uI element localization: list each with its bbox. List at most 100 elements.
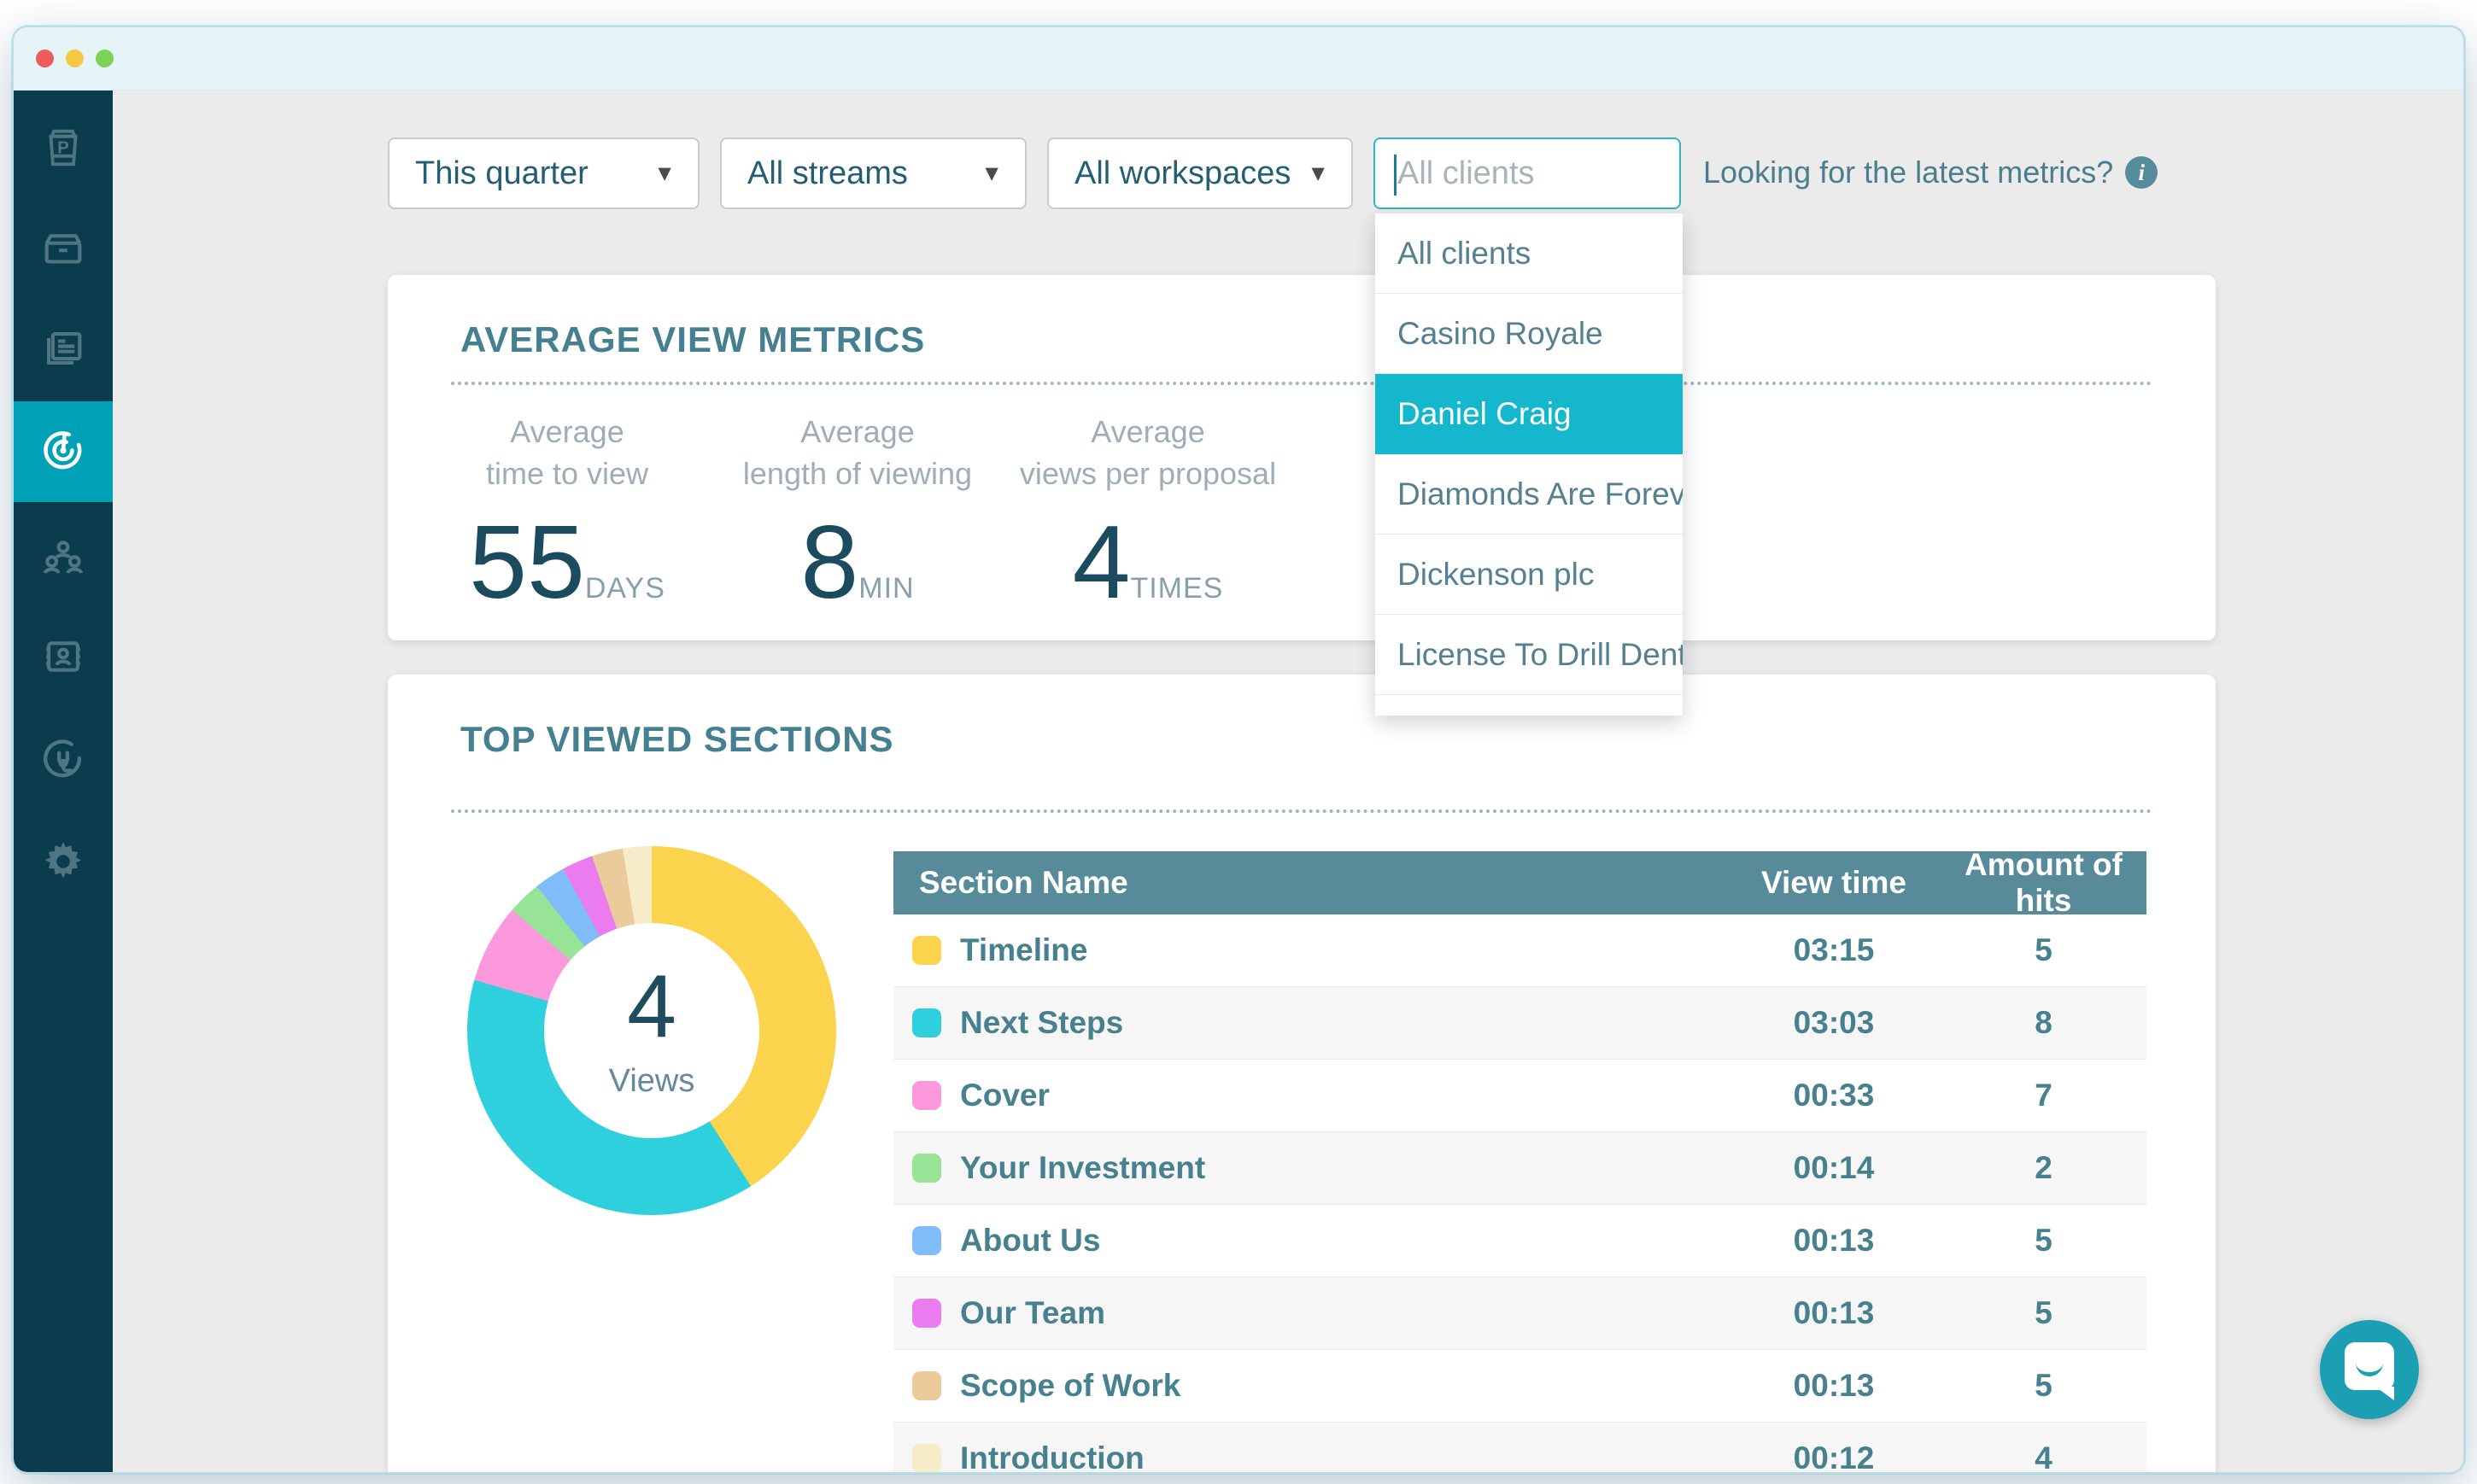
- table-row[interactable]: Introduction 00:12 4: [893, 1423, 2146, 1474]
- minimize-window-button[interactable]: [66, 50, 84, 67]
- series-color-chip: [912, 936, 941, 965]
- workspaces-value: All workspaces: [1075, 155, 1291, 192]
- menu-item-license-to-drill[interactable]: License To Drill Denti...: [1375, 615, 1683, 695]
- drawer-icon: [38, 225, 88, 278]
- table-header-row: Section Name View time Amount of hits: [893, 851, 2146, 914]
- screenshot-stage: P: [0, 0, 2477, 1484]
- menu-item-daniel-craig[interactable]: Daniel Craig: [1375, 374, 1683, 454]
- table-row[interactable]: Cover 00:33 7: [893, 1060, 2146, 1132]
- streams-select[interactable]: All streams ▼: [720, 137, 1027, 209]
- chevron-down-icon: ▼: [1307, 161, 1329, 187]
- menu-item-dickenson-plc[interactable]: Dickenson plc: [1375, 535, 1683, 615]
- hit-count: 4: [1941, 1440, 2146, 1474]
- workspaces-select[interactable]: All workspaces ▼: [1047, 137, 1353, 209]
- series-color-chip: [912, 1299, 941, 1328]
- top-viewed-sections-card: TOP VIEWED SECTIONS 4 Views Section Name…: [388, 675, 2216, 1474]
- section-name: Your Investment: [960, 1150, 1205, 1186]
- metric-value: 8: [800, 510, 858, 614]
- date-range-value: This quarter: [415, 155, 589, 192]
- sidebar-item-logo[interactable]: P: [14, 99, 113, 200]
- hit-count: 5: [1941, 1368, 2146, 1404]
- col-header-view-time: View time: [1727, 865, 1941, 901]
- series-color-chip: [912, 1444, 941, 1473]
- series-color-chip: [912, 1008, 941, 1037]
- clients-placeholder: All clients: [1397, 155, 1535, 192]
- menu-item-all-clients[interactable]: All clients: [1375, 213, 1683, 294]
- clients-filter-input[interactable]: All clients: [1373, 137, 1681, 209]
- table-row[interactable]: Next Steps 03:03 8: [893, 987, 2146, 1060]
- table-row[interactable]: Timeline 03:15 5: [893, 914, 2146, 987]
- metric-value: 55: [469, 510, 585, 614]
- sidebar-item-drawer[interactable]: [14, 201, 113, 301]
- menu-item-diamonds[interactable]: Diamonds Are Forev...: [1375, 454, 1683, 535]
- sections-table: Section Name View time Amount of hits Ti…: [893, 851, 2146, 1474]
- window-controls: [36, 50, 114, 67]
- sidebar-item-contacts[interactable]: [14, 608, 113, 709]
- series-color-chip: [912, 1081, 941, 1110]
- text-cursor: [1394, 155, 1397, 196]
- table-row[interactable]: Your Investment 00:14 2: [893, 1132, 2146, 1205]
- streams-value: All streams: [747, 155, 908, 192]
- view-time: 00:14: [1727, 1150, 1941, 1186]
- section-name: Next Steps: [960, 1005, 1123, 1041]
- series-color-chip: [912, 1226, 941, 1255]
- sidebar-item-settings[interactable]: [14, 813, 113, 914]
- metrics-row: Average time to view 55 DAYS Average len…: [422, 412, 1293, 614]
- sidebar-item-integrations[interactable]: [14, 710, 113, 811]
- close-window-button[interactable]: [36, 50, 54, 67]
- view-time: 00:13: [1727, 1223, 1941, 1259]
- hit-count: 5: [1941, 1223, 2146, 1259]
- hit-count: 2: [1941, 1150, 2146, 1186]
- chat-bubble-icon: [2345, 1342, 2394, 1390]
- section-name: About Us: [960, 1223, 1100, 1259]
- metrics-card-title: AVERAGE VIEW METRICS: [460, 319, 925, 360]
- metric-label-line2: time to view: [486, 456, 648, 491]
- sidebar-item-clients[interactable]: [14, 510, 113, 611]
- zoom-window-button[interactable]: [96, 50, 114, 67]
- contact-card-icon: [38, 632, 88, 686]
- hit-count: 5: [1941, 932, 2146, 968]
- people-icon: [38, 534, 88, 587]
- col-header-section-name: Section Name: [893, 865, 1727, 901]
- view-time: 03:15: [1727, 932, 1941, 968]
- section-name: Our Team: [960, 1295, 1105, 1331]
- hit-count: 8: [1941, 1005, 2146, 1041]
- metric-label-line1: Average: [510, 414, 624, 449]
- filter-bar: This quarter ▼ All streams ▼ All workspa…: [388, 137, 1681, 209]
- sidebar-item-documents[interactable]: [14, 300, 113, 400]
- table-row[interactable]: Our Team 00:13 5: [893, 1277, 2146, 1350]
- donut-center-value: 4: [627, 962, 676, 1051]
- dotted-divider: [451, 382, 2152, 385]
- section-name: Timeline: [960, 932, 1087, 968]
- section-name: Introduction: [960, 1440, 1145, 1474]
- metric-label-line2: views per proposal: [1020, 456, 1276, 491]
- sidebar-item-metrics[interactable]: [14, 401, 113, 502]
- svg-text:P: P: [57, 137, 69, 157]
- metric-value: 4: [1073, 510, 1131, 614]
- view-time: 00:33: [1727, 1078, 1941, 1113]
- chevron-down-icon: ▼: [653, 161, 676, 187]
- hit-count: 7: [1941, 1078, 2146, 1113]
- metric-unit: TIMES: [1130, 572, 1223, 605]
- sections-card-title: TOP VIEWED SECTIONS: [460, 719, 894, 760]
- info-icon[interactable]: i: [2125, 156, 2158, 189]
- metric-unit: MIN: [858, 572, 914, 605]
- metric-label-line2: length of viewing: [743, 456, 972, 491]
- chat-launcher-button[interactable]: [2320, 1320, 2419, 1419]
- series-color-chip: [912, 1154, 941, 1183]
- latest-metrics-link[interactable]: Looking for the latest metrics? i: [1703, 155, 2158, 190]
- metric-unit: DAYS: [585, 572, 665, 605]
- donut-center: 4 Views: [544, 923, 759, 1138]
- average-view-metrics-card: AVERAGE VIEW METRICS Average time to vie…: [388, 275, 2216, 640]
- metric-length-of-viewing: Average length of viewing 8 MIN: [712, 412, 1003, 614]
- table-row[interactable]: Scope of Work 00:13 5: [893, 1350, 2146, 1423]
- metric-label-line1: Average: [800, 414, 914, 449]
- donut-center-label: Views: [609, 1063, 695, 1100]
- plug-icon: [38, 734, 88, 788]
- table-row[interactable]: About Us 00:13 5: [893, 1205, 2146, 1277]
- metric-label-line1: Average: [1091, 414, 1204, 449]
- metrics-gauge-icon: [38, 425, 88, 479]
- date-range-select[interactable]: This quarter ▼: [388, 137, 700, 209]
- menu-item-casino-royale[interactable]: Casino Royale: [1375, 294, 1683, 374]
- documents-icon: [38, 324, 88, 377]
